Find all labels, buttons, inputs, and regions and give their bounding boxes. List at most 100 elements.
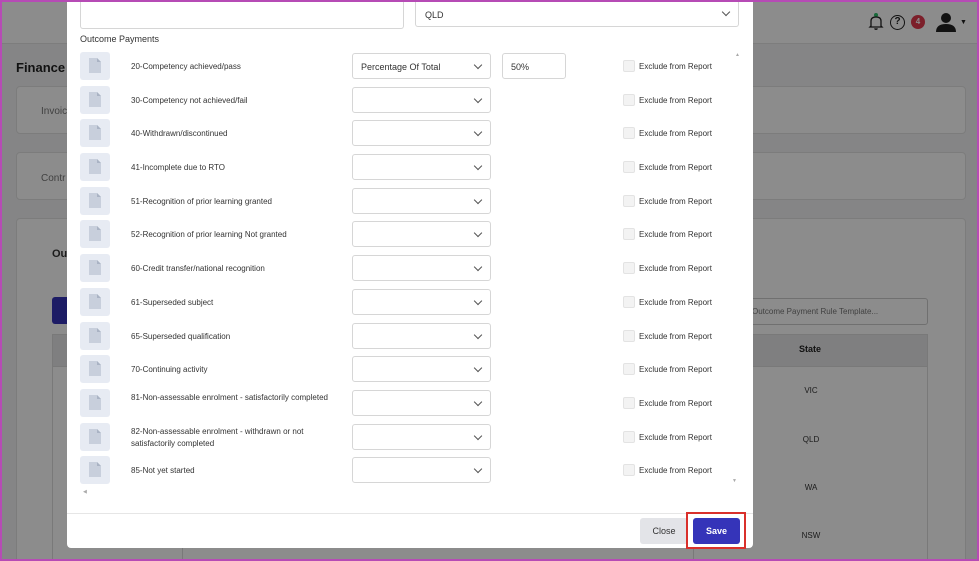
outcome-row: 81-Non-assessable enrolment - satisfacto… <box>80 386 740 420</box>
chevron-down-icon <box>473 465 483 474</box>
outcome-label: 85-Not yet started <box>131 466 195 476</box>
payment-type-select[interactable] <box>352 288 491 315</box>
exclude-label: Exclude from Report <box>639 331 712 341</box>
exclude-label: Exclude from Report <box>639 432 712 442</box>
payment-type-select[interactable] <box>352 389 491 416</box>
footer-divider <box>67 513 753 514</box>
exclude-label: Exclude from Report <box>639 95 712 105</box>
outcome-label: 82-Non-assessable enrolment - withdrawn … <box>131 426 304 448</box>
exclude-checkbox[interactable] <box>623 93 635 106</box>
outcome-label: 41-Incomplete due to RTO <box>131 163 225 173</box>
payment-type-select[interactable] <box>352 423 491 450</box>
exclude-checkbox[interactable] <box>623 430 635 443</box>
outcome-label: 60-Credit transfer/national recognition <box>131 264 265 274</box>
chevron-down-icon <box>473 296 483 306</box>
outcome-payments-modal: QLD Outcome Payments ▲ 20-Competency ach… <box>67 2 753 549</box>
outcome-label: 65-Superseded qualification <box>131 331 231 341</box>
percentage-input[interactable]: 50% <box>502 53 566 79</box>
outcome-row: 85-Not yet started Exclude from Report <box>80 453 740 487</box>
outcome-row: 20-Competency achieved/pass Percentage Of… <box>80 49 740 83</box>
outcome-row: 61-Superseded subject Exclude from Report <box>80 285 740 319</box>
outcome-row: 52-Recognition of prior learning Not gra… <box>80 217 740 251</box>
outcome-label: 81-Non-assessable enrolment - satisfacto… <box>131 392 328 402</box>
exclude-checkbox[interactable] <box>623 60 635 72</box>
document-icon <box>80 355 110 384</box>
outcome-row: 82-Non-assessable enrolment - withdrawn … <box>80 420 740 454</box>
scroll-left-arrow-icon[interactable]: ◀ <box>83 489 87 495</box>
payment-type-select[interactable] <box>352 322 491 349</box>
exclude-checkbox[interactable] <box>623 161 635 174</box>
outcome-label: 70-Continuing activity <box>131 365 208 375</box>
outcome-row: 41-Incomplete due to RTO Exclude from Rep… <box>80 150 740 184</box>
outcome-row: 40-Withdrawn/discontinued Exclude from Re… <box>80 116 740 150</box>
exclude-checkbox[interactable] <box>623 194 635 207</box>
exclude-checkbox[interactable] <box>623 363 635 376</box>
chevron-down-icon <box>473 128 483 137</box>
exclude-checkbox[interactable] <box>623 396 635 409</box>
save-button[interactable]: Save <box>693 518 740 544</box>
payment-type-select[interactable] <box>352 457 491 484</box>
chevron-down-icon <box>473 195 483 204</box>
outcome-row: 60-Credit transfer/national recognition E… <box>80 251 740 285</box>
exclude-checkbox[interactable] <box>623 262 635 275</box>
exclude-checkbox[interactable] <box>623 228 635 241</box>
exclude-label: Exclude from Report <box>639 264 712 274</box>
document-icon <box>80 254 110 283</box>
close-button[interactable]: Close <box>640 518 688 544</box>
chevron-down-icon <box>721 7 731 17</box>
state-select-value: QLD <box>425 10 444 20</box>
payment-type-select[interactable] <box>352 86 491 113</box>
rule-name-input[interactable] <box>80 2 404 29</box>
chevron-down-icon <box>473 363 483 373</box>
outcome-label: 30-Competency not achieved/fail <box>131 95 248 105</box>
document-icon <box>80 287 110 316</box>
exclude-label: Exclude from Report <box>639 230 712 240</box>
exclude-checkbox[interactable] <box>623 464 635 477</box>
outcome-label: 51-Recognition of prior learning granted <box>131 196 272 206</box>
section-title: Outcome Payments <box>80 34 160 44</box>
exclude-label: Exclude from Report <box>639 398 712 408</box>
chevron-down-icon <box>473 161 483 171</box>
document-icon <box>80 220 110 249</box>
document-icon <box>80 388 110 417</box>
document-icon <box>80 321 110 350</box>
document-icon <box>80 85 110 114</box>
exclude-label: Exclude from Report <box>639 163 712 173</box>
payment-type-select[interactable] <box>352 120 491 147</box>
payment-type-select[interactable] <box>352 356 491 383</box>
exclude-label: Exclude from Report <box>639 466 712 476</box>
exclude-label: Exclude from Report <box>639 297 712 307</box>
state-select[interactable]: QLD <box>415 2 739 27</box>
exclude-label: Exclude from Report <box>639 129 712 139</box>
payment-type-select[interactable]: Percentage Of Total <box>352 53 491 79</box>
outcome-row: 51-Recognition of prior learning granted… <box>80 184 740 218</box>
payment-type-value: Percentage Of Total <box>361 62 441 72</box>
exclude-label: Exclude from Report <box>639 62 712 71</box>
outcome-row: 70-Continuing activity Exclude from Repor… <box>80 352 740 386</box>
outcome-label: 61-Superseded subject <box>131 297 214 307</box>
exclude-label: Exclude from Report <box>639 365 712 375</box>
chevron-down-icon <box>473 262 483 272</box>
document-icon <box>80 153 110 182</box>
payment-type-select[interactable] <box>352 187 491 214</box>
chevron-down-icon <box>473 60 483 70</box>
outcome-rows: 20-Competency achieved/pass Percentage Of… <box>80 49 740 487</box>
payment-type-select[interactable] <box>352 154 491 181</box>
exclude-checkbox[interactable] <box>623 295 635 308</box>
app-frame: ? 4 ▼ Finance Invoic Contr Out Outcome P… <box>0 0 979 561</box>
document-icon <box>80 186 110 215</box>
scroll-down-arrow-icon[interactable]: ▼ <box>732 478 737 484</box>
chevron-down-icon <box>473 94 483 103</box>
outcome-row: 65-Superseded qualification Exclude from … <box>80 319 740 353</box>
document-icon <box>80 119 110 148</box>
outcome-label: 20-Competency achieved/pass <box>131 62 241 71</box>
payment-type-select[interactable] <box>352 255 491 282</box>
payment-type-select[interactable] <box>352 221 491 248</box>
document-icon <box>80 422 110 451</box>
exclude-checkbox[interactable] <box>623 127 635 140</box>
chevron-down-icon <box>473 229 483 238</box>
outcome-label: 40-Withdrawn/discontinued <box>131 129 228 139</box>
chevron-down-icon <box>473 431 483 440</box>
exclude-checkbox[interactable] <box>623 329 635 342</box>
exclude-label: Exclude from Report <box>639 196 712 206</box>
